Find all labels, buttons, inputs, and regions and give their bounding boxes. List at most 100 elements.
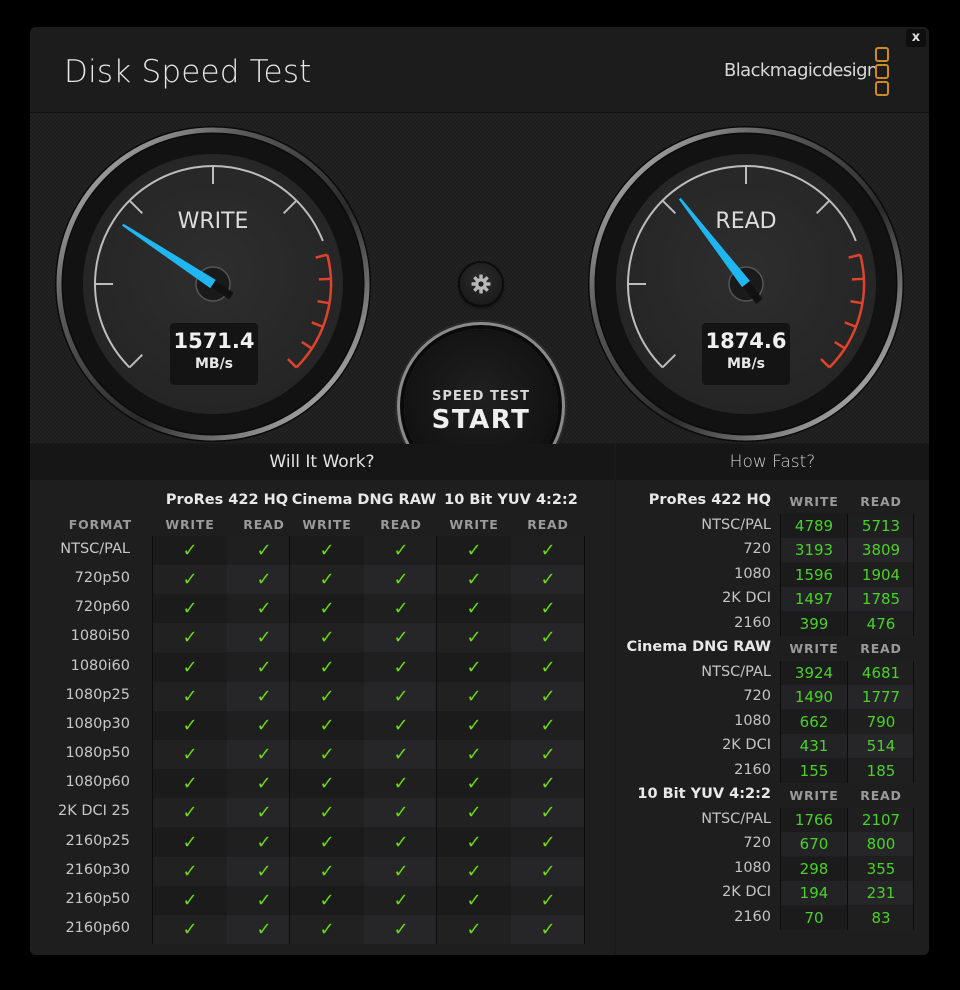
format-label: 2160p30 <box>65 861 130 878</box>
result-cell: ✓ <box>290 652 364 682</box>
write-speed-value: 1490 <box>781 685 847 710</box>
result-cell: ✓ <box>511 652 585 682</box>
check-icon: ✓ <box>540 714 556 736</box>
format-label: NTSC/PAL <box>701 664 771 680</box>
column-divider <box>780 808 781 930</box>
check-icon: ✓ <box>319 773 335 795</box>
check-icon: ✓ <box>182 860 198 882</box>
result-cell: ✓ <box>364 710 438 740</box>
result-cell: ✓ <box>364 565 438 595</box>
brand-logo-icon <box>875 47 889 98</box>
result-cell: ✓ <box>437 565 511 595</box>
result-cell: ✓ <box>437 594 511 624</box>
read-speed-unit: MB/s <box>726 356 766 372</box>
write-column-header: WRITE <box>165 517 215 532</box>
result-cell: ✓ <box>364 681 438 711</box>
write-speed-value: 1497 <box>781 587 847 612</box>
check-icon: ✓ <box>256 540 272 561</box>
result-cell: ✓ <box>437 798 511 828</box>
title-bar: Disk Speed Test Blackmagicdesign <box>30 27 929 113</box>
result-cell: ✓ <box>153 914 227 944</box>
check-icon: ✓ <box>319 714 335 736</box>
check-icon: ✓ <box>393 831 409 853</box>
result-cell: ✓ <box>437 652 511 682</box>
check-icon: ✓ <box>393 656 409 678</box>
check-icon: ✓ <box>319 744 335 766</box>
column-divider <box>289 536 290 945</box>
result-cell: ✓ <box>364 798 438 828</box>
write-speed-value: 298 <box>781 856 847 881</box>
will-it-work-title: Will It Work? <box>30 444 614 480</box>
result-cell: ✓ <box>364 914 438 944</box>
check-icon: ✓ <box>466 598 482 620</box>
write-column-header: WRITE <box>449 517 499 532</box>
result-cell: ✓ <box>153 681 227 711</box>
check-icon: ✓ <box>466 860 482 882</box>
write-speed-value: 662 <box>781 709 847 734</box>
write-speed-unit: MB/s <box>194 356 234 372</box>
result-cell: ✓ <box>511 885 585 915</box>
result-cell: ✓ <box>437 681 511 711</box>
read-speed-value: 83 <box>848 905 914 930</box>
result-cell: ✓ <box>290 914 364 944</box>
result-cell: ✓ <box>437 856 511 886</box>
read-speed-value: 790 <box>848 709 914 734</box>
result-cell: ✓ <box>511 536 585 565</box>
read-column-header: READ <box>380 517 422 532</box>
write-column-header: WRITE <box>302 517 352 532</box>
write-speed-value: 1571.4 <box>173 329 255 353</box>
result-cell: ✓ <box>153 652 227 682</box>
check-icon: ✓ <box>319 889 335 911</box>
read-speed-value: 476 <box>848 611 914 636</box>
result-cell: ✓ <box>153 885 227 915</box>
column-divider <box>152 536 153 945</box>
check-icon: ✓ <box>256 860 272 882</box>
check-icon: ✓ <box>393 569 409 591</box>
result-cell: ✓ <box>437 740 511 770</box>
check-icon: ✓ <box>319 860 335 882</box>
format-label: 2160p60 <box>65 919 130 936</box>
write-column-header: WRITE <box>789 788 839 803</box>
settings-button[interactable] <box>460 263 502 305</box>
result-cell: ✓ <box>153 565 227 595</box>
format-label: 1080 <box>734 712 771 729</box>
result-cell: ✓ <box>364 885 438 915</box>
column-divider <box>584 536 585 945</box>
write-speed-value: 155 <box>781 758 847 783</box>
write-speed-value: 399 <box>781 611 847 636</box>
read-column-header: READ <box>860 788 902 803</box>
read-speed-value: 514 <box>848 734 914 759</box>
check-icon: ✓ <box>319 685 335 707</box>
write-speed-value: 3924 <box>781 661 847 685</box>
write-gauge <box>55 126 371 442</box>
check-icon: ✓ <box>256 627 272 649</box>
result-cell: ✓ <box>511 565 585 595</box>
format-label: 1080p30 <box>65 715 130 732</box>
check-icon: ✓ <box>256 831 272 853</box>
format-label: 2160 <box>734 761 771 778</box>
check-icon: ✓ <box>319 802 335 824</box>
format-label: 1080p50 <box>65 745 130 762</box>
gear-icon <box>471 274 491 294</box>
write-speed-value: 4789 <box>781 514 847 538</box>
check-icon: ✓ <box>319 540 335 561</box>
check-icon: ✓ <box>540 656 556 678</box>
format-label: 2K DCI <box>722 737 771 754</box>
format-label: NTSC/PAL <box>701 517 771 533</box>
start-button-label: START <box>431 405 531 435</box>
check-icon: ✓ <box>256 802 272 824</box>
read-gauge <box>588 126 904 442</box>
write-speed-value: 670 <box>781 832 847 857</box>
read-speed-value: 5713 <box>848 514 914 538</box>
close-button[interactable]: x <box>906 29 926 47</box>
check-icon: ✓ <box>466 831 482 853</box>
format-label: 1080 <box>734 859 771 876</box>
result-cell: ✓ <box>437 914 511 944</box>
write-speed-value: 431 <box>781 734 847 759</box>
result-cell: ✓ <box>290 798 364 828</box>
result-cell: ✓ <box>511 827 585 857</box>
codec-header: Cinema DNG RAW <box>626 639 771 655</box>
check-icon: ✓ <box>540 569 556 591</box>
check-icon: ✓ <box>319 918 335 940</box>
check-icon: ✓ <box>393 744 409 766</box>
